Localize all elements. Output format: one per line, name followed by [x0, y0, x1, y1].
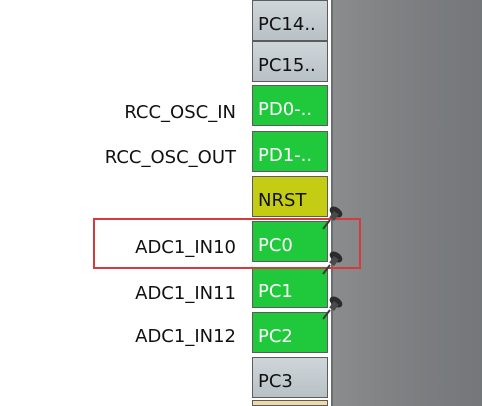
- pin-label: NRST: [258, 190, 307, 211]
- pin-next-partial[interactable]: [252, 400, 328, 406]
- signal-label-rcc-osc-out: RCC_OSC_OUT: [104, 147, 236, 168]
- pushpin-icon: [322, 206, 343, 230]
- pin-pd1[interactable]: PD1-..: [252, 131, 328, 172]
- signal-label-adc1-in12: ADC1_IN12: [135, 326, 236, 347]
- pushpin-icon: [322, 251, 343, 275]
- pin-label: PD0-..: [258, 99, 313, 120]
- pin-label: PC1: [258, 281, 293, 302]
- pin-label: PC2: [258, 326, 293, 347]
- pushpin-icon: [322, 296, 343, 320]
- pin-pc3[interactable]: PC3: [252, 357, 328, 398]
- pin-label: PC3: [258, 371, 293, 392]
- pin-pd0[interactable]: PD0-..: [252, 85, 328, 126]
- pin-label: PC14..: [258, 14, 316, 35]
- signal-label-adc1-in11: ADC1_IN11: [135, 283, 236, 304]
- pin-pc14[interactable]: PC14..: [252, 0, 328, 41]
- signal-label-rcc-osc-in: RCC_OSC_IN: [124, 102, 236, 123]
- pin-label: PC15..: [258, 55, 316, 76]
- chip-body: [331, 0, 482, 406]
- pin-label: PD1-..: [258, 145, 313, 166]
- pin-pc15[interactable]: PC15..: [252, 41, 328, 82]
